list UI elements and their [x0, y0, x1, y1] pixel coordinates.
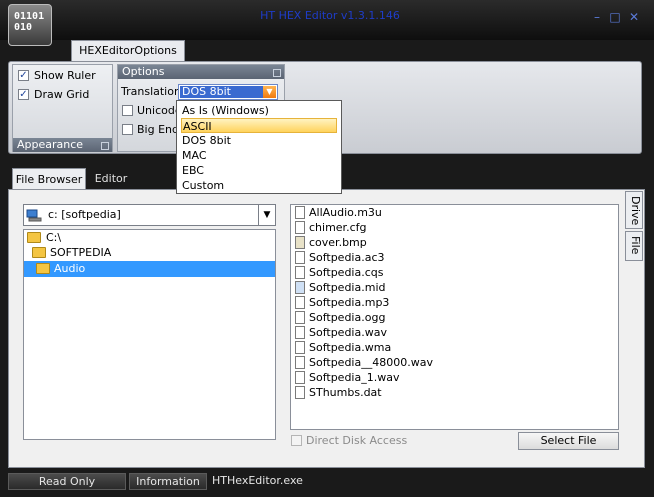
file-name: AllAudio.m3u — [309, 206, 382, 219]
minimize-button[interactable]: – — [590, 10, 604, 24]
file-icon — [295, 326, 305, 339]
tab-file-browser[interactable]: File Browser — [12, 168, 86, 190]
folder-open-icon — [36, 263, 50, 274]
draw-grid-checkbox[interactable]: ✓ — [18, 89, 29, 100]
folder-tree[interactable]: C:\ SOFTPEDIA Audio — [23, 229, 276, 440]
tree-item-label: C:\ — [46, 231, 62, 244]
drive-select[interactable]: c: [softpedia] — [23, 204, 276, 226]
file-icon — [295, 206, 305, 219]
file-icon — [295, 386, 305, 399]
dropdown-item-dos-8bit[interactable]: DOS 8bit — [181, 133, 338, 148]
file-name: cover.bmp — [309, 236, 367, 249]
file-icon — [295, 266, 305, 279]
translation-select-value: DOS 8bit — [180, 86, 263, 98]
file-icon — [295, 221, 305, 234]
logo-line-2: 010 — [14, 22, 33, 33]
translation-dropdown: As Is (Windows) ASCII DOS 8bit MAC EBC C… — [176, 100, 342, 194]
translation-label: Translation — [121, 85, 181, 98]
dropdown-item-ascii[interactable]: ASCII — [181, 118, 337, 133]
options-launcher-icon[interactable] — [273, 69, 281, 77]
file-name: Softpedia.mid — [309, 281, 386, 294]
file-name: Softpedia__48000.wav — [309, 356, 433, 369]
file-name: Softpedia.ac3 — [309, 251, 385, 264]
side-tab-drive[interactable]: Drive — [625, 191, 643, 229]
tab-editor[interactable]: Editor — [87, 168, 135, 190]
show-ruler-checkbox[interactable]: ✓ — [18, 70, 29, 81]
close-button[interactable]: ✕ — [627, 10, 641, 24]
select-file-button[interactable]: Select File — [518, 432, 619, 450]
drive-dropdown-button[interactable]: ▼ — [258, 204, 276, 226]
file-name: SThumbs.dat — [309, 386, 382, 399]
file-name: Softpedia.wav — [309, 326, 387, 339]
unicode-checkbox[interactable] — [122, 105, 133, 116]
direct-disk-access-label: Direct Disk Access — [306, 434, 408, 447]
options-caption: Options — [118, 65, 284, 79]
chevron-down-icon[interactable]: ▼ — [263, 86, 276, 98]
status-text: HTHexEditor.exe — [212, 474, 303, 487]
unicode-label: Unicode — [137, 104, 182, 117]
file-icon — [295, 356, 305, 369]
dropdown-item-custom[interactable]: Custom — [181, 178, 338, 193]
direct-disk-access-checkbox[interactable] — [291, 435, 302, 446]
file-name: Softpedia.wma — [309, 341, 392, 354]
ribbon-tab-hexeditoroptions[interactable]: HEXEditorOptions — [71, 40, 185, 62]
side-tab-file[interactable]: File — [625, 231, 643, 261]
drive-select-value: c: [softpedia] — [48, 208, 121, 221]
file-icon — [295, 311, 305, 324]
folder-icon — [32, 247, 46, 258]
image-file-icon — [295, 236, 305, 249]
tree-item-softpedia[interactable]: SOFTPEDIA — [24, 245, 275, 261]
tree-item-audio[interactable]: Audio — [24, 261, 275, 277]
information-button[interactable]: Information — [129, 473, 207, 490]
big-endian-checkbox[interactable] — [122, 124, 133, 135]
read-only-button[interactable]: Read Only — [8, 473, 126, 490]
file-icon — [295, 341, 305, 354]
file-name: chimer.cfg — [309, 221, 367, 234]
dropdown-item-mac[interactable]: MAC — [181, 148, 338, 163]
show-ruler-label: Show Ruler — [34, 69, 96, 82]
file-icon — [295, 371, 305, 384]
dropdown-item-as-is[interactable]: As Is (Windows) — [181, 103, 338, 118]
file-name: Softpedia.ogg — [309, 311, 386, 324]
file-list[interactable]: AllAudio.m3u chimer.cfg cover.bmp Softpe… — [290, 204, 619, 430]
side-tab-label: File — [629, 236, 642, 255]
window-title: HT HEX Editor v1.3.1.146 — [260, 9, 400, 22]
side-tab-label: Drive — [629, 196, 642, 226]
draw-grid-label: Draw Grid — [34, 88, 90, 101]
dropdown-item-ebc[interactable]: EBC — [181, 163, 338, 178]
file-name: Softpedia.cqs — [309, 266, 384, 279]
app-logo-icon[interactable]: 01101 010 — [8, 4, 52, 46]
drive-icon — [26, 209, 42, 222]
folder-icon — [27, 232, 41, 243]
appearance-launcher-icon[interactable] — [101, 142, 109, 150]
file-icon — [295, 296, 305, 309]
file-name: Softpedia.mp3 — [309, 296, 390, 309]
maximize-button[interactable]: □ — [608, 10, 622, 24]
logo-line-1: 01101 — [14, 11, 45, 22]
tree-item-label: Audio — [54, 262, 86, 275]
tree-item-root[interactable]: C:\ — [24, 230, 275, 246]
tree-item-label: SOFTPEDIA — [50, 246, 112, 259]
media-file-icon — [295, 281, 305, 294]
file-name: Softpedia_1.wav — [309, 371, 400, 384]
file-icon — [295, 251, 305, 264]
appearance-caption: Appearance — [13, 138, 112, 152]
translation-select[interactable]: DOS 8bit ▼ — [178, 84, 278, 100]
